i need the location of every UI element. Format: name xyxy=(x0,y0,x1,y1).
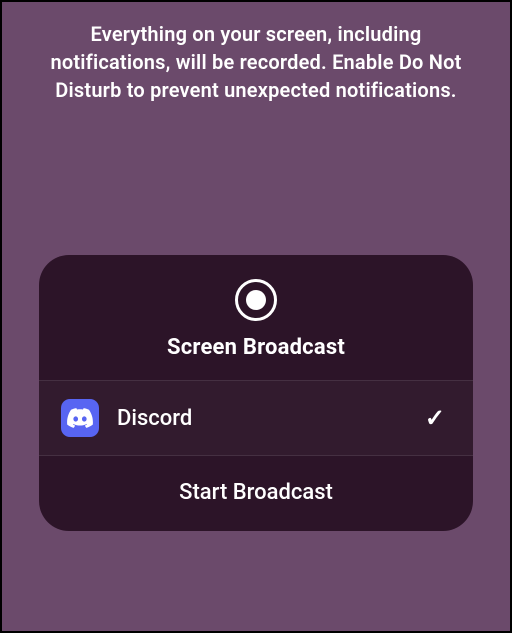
discord-icon xyxy=(61,399,99,437)
app-row-discord[interactable]: Discord ✓ xyxy=(39,381,473,455)
checkmark-icon: ✓ xyxy=(425,404,445,432)
warning-message: Everything on your screen, including not… xyxy=(2,2,510,104)
panel-title: Screen Broadcast xyxy=(167,335,345,360)
panel-header: Screen Broadcast xyxy=(39,255,473,380)
broadcast-panel: Screen Broadcast Discord ✓ Start Broadca… xyxy=(39,255,473,531)
record-icon xyxy=(235,279,277,321)
app-name-label: Discord xyxy=(117,406,425,431)
start-broadcast-button[interactable]: Start Broadcast xyxy=(39,456,473,531)
